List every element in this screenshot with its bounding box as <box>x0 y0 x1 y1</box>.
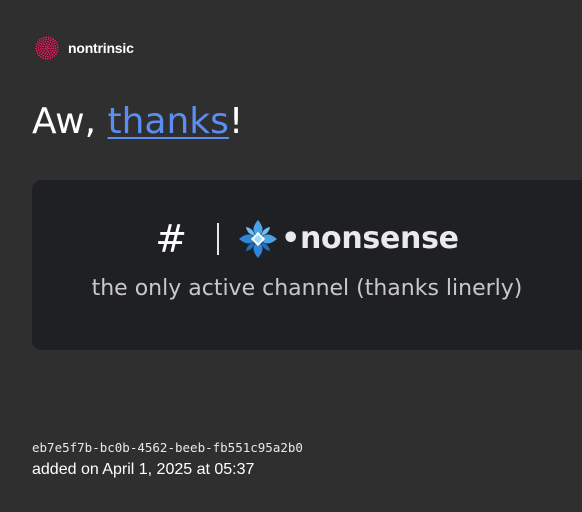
channel-row: # •nonsense <box>32 216 582 262</box>
dotted-sphere-icon <box>35 36 59 60</box>
separator-bar <box>217 223 220 255</box>
page-headline: Aw, thanks! <box>32 98 243 146</box>
headline-prefix: Aw, <box>32 101 108 142</box>
hash-symbol: # <box>155 217 188 261</box>
brand: nontrinsic <box>34 35 134 61</box>
channel-name[interactable]: •nonsense <box>281 216 459 262</box>
channel-description: the only active channel (thanks linerly) <box>91 276 523 301</box>
brand-name: nontrinsic <box>68 40 134 56</box>
headline-suffix: ! <box>228 101 244 142</box>
channel-card: # •nonsense the only active channel (tha… <box>32 180 582 350</box>
thanks-link[interactable]: thanks <box>108 101 229 142</box>
added-timestamp: added on April 1, 2025 at 05:37 <box>32 461 255 478</box>
blue-flower-icon <box>239 220 278 258</box>
entry-id: eb7e5f7b-bc0b-4562-beeb-fb551c95a2b0 <box>32 440 303 455</box>
